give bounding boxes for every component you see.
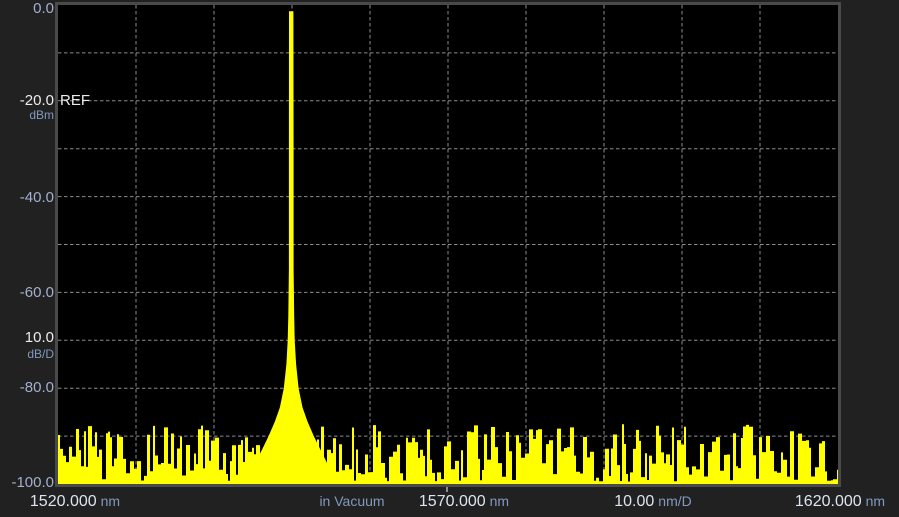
x-center-unit: nm (489, 493, 510, 509)
x-stop-unit: nm (865, 493, 886, 509)
x-medium-text: in Vacuum (319, 493, 385, 509)
x-scale-unit: nm/D (658, 493, 692, 509)
y-scale-value: 10.0 (24, 329, 54, 346)
x-stop-value: 1620.000 (794, 493, 862, 510)
spectrum-plot-area: REF (55, 2, 841, 487)
y-ref-unit: dBm (29, 108, 54, 122)
y-tick-40: -40.0 (19, 189, 54, 206)
x-start-label: 1520.000 nm (30, 490, 120, 513)
x-medium-label: in Vacuum (319, 490, 384, 513)
x-scale-value: 10.00 (614, 493, 655, 510)
spectrum-trace-canvas (58, 5, 838, 484)
x-start-unit: nm (100, 493, 121, 509)
y-tick-80: -80.0 (19, 379, 54, 396)
ref-level-marker: REF (60, 92, 90, 109)
x-stop-label: 1620.000 nm (795, 490, 885, 513)
y-tick-0: 0.0 (33, 0, 54, 17)
osa-trace-screen: 0.0 -20.0 dBm -40.0 -60.0 10.0 dB/D -80.… (0, 0, 899, 517)
x-scale-label: 10.00 nm/D (614, 490, 692, 513)
x-center-value: 1570.000 (418, 493, 486, 510)
x-start-value: 1520.000 (29, 493, 97, 510)
x-center-label: 1570.000 nm (419, 490, 509, 513)
y-tick-60: -60.0 (19, 284, 54, 301)
y-scale-unit: dB/D (27, 347, 54, 361)
